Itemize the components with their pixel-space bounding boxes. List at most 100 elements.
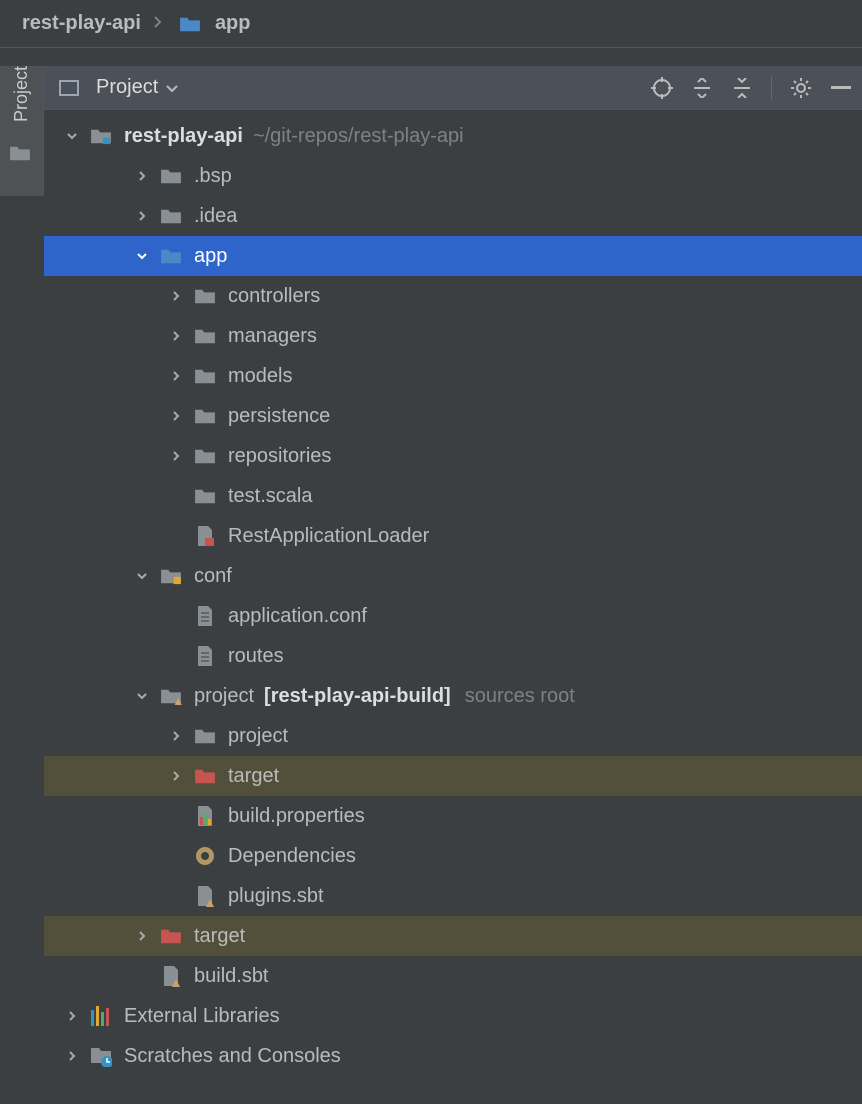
tree-item-label: External Libraries [124, 1005, 280, 1028]
tree-file-dependencies[interactable]: · Dependencies [44, 836, 862, 876]
tree-item-label: plugins.sbt [228, 885, 324, 908]
tree-item-label: application.conf [228, 605, 367, 628]
tree-item-label: RestApplicationLoader [228, 525, 429, 548]
panel-toolbar [651, 76, 852, 100]
breadcrumb-current[interactable]: app [175, 12, 251, 35]
chevron-down-icon[interactable] [132, 570, 152, 582]
sbt-file-icon [158, 965, 184, 987]
folder-icon[interactable] [7, 142, 33, 164]
tree-folder-repositories[interactable]: repositories [44, 436, 862, 476]
chevron-right-icon[interactable] [166, 330, 186, 342]
breadcrumb-root[interactable]: rest-play-api [22, 12, 141, 35]
tree-scratches[interactable]: Scratches and Consoles [44, 1036, 862, 1076]
tree-item-label: conf [194, 565, 232, 588]
project-panel: Project [44, 66, 862, 1104]
gear-icon[interactable] [790, 77, 812, 99]
folder-icon [192, 405, 218, 427]
breadcrumb: rest-play-api app [0, 0, 862, 48]
tree-root-path: ~/git-repos/rest-play-api [253, 125, 464, 148]
folder-icon [192, 325, 218, 347]
tree-item-label: target [228, 765, 279, 788]
tree-item-label: persistence [228, 405, 330, 428]
tree-folder-app[interactable]: app [44, 236, 862, 276]
tree-item-label: build.properties [228, 805, 365, 828]
resource-folder-icon [158, 565, 184, 587]
tree-item-hint: sources root [465, 685, 575, 708]
tree-folder-managers[interactable]: managers [44, 316, 862, 356]
tree-folder-project-inner[interactable]: project [44, 716, 862, 756]
libraries-icon [88, 1005, 114, 1027]
folder-icon [158, 205, 184, 227]
tree-item-label: target [194, 925, 245, 948]
locate-icon[interactable] [651, 77, 673, 99]
sbt-folder-icon [158, 685, 184, 707]
project-tree: rest-play-api ~/git-repos/rest-play-api … [44, 110, 862, 1076]
tree-item-label: managers [228, 325, 317, 348]
tree-folder-persistence[interactable]: persistence [44, 396, 862, 436]
chevron-right-icon[interactable] [166, 370, 186, 382]
tree-folder-project[interactable]: project [rest-play-api-build] sources ro… [44, 676, 862, 716]
excluded-folder-icon [158, 925, 184, 947]
tree-folder-models[interactable]: models [44, 356, 862, 396]
scratches-icon [88, 1045, 114, 1067]
tree-folder-bsp[interactable]: .bsp [44, 156, 862, 196]
tree-folder-conf[interactable]: conf [44, 556, 862, 596]
folder-icon [177, 13, 203, 35]
file-icon [192, 645, 218, 667]
tree-file-build-sbt[interactable]: · build.sbt [44, 956, 862, 996]
chevron-down-icon[interactable] [132, 250, 152, 262]
tree-file-application-conf[interactable]: · application.conf [44, 596, 862, 636]
tree-item-suffix: [rest-play-api-build] [264, 685, 451, 708]
folder-icon [192, 285, 218, 307]
chevron-right-icon[interactable] [132, 210, 152, 222]
tree-folder-idea[interactable]: .idea [44, 196, 862, 236]
tree-folder-target[interactable]: target [44, 916, 862, 956]
chevron-right-icon[interactable] [166, 290, 186, 302]
object-icon [192, 845, 218, 867]
tree-item-label: app [194, 245, 227, 268]
tree-item-label: routes [228, 645, 284, 668]
source-folder-icon [158, 245, 184, 267]
file-icon [192, 605, 218, 627]
tree-file-routes[interactable]: · routes [44, 636, 862, 676]
tree-file-plugins-sbt[interactable]: · plugins.sbt [44, 876, 862, 916]
expand-all-icon[interactable] [691, 77, 713, 99]
excluded-folder-icon [192, 765, 218, 787]
tree-item-label: models [228, 365, 292, 388]
view-selector[interactable]: Project [54, 76, 178, 99]
tree-item-label: test.scala [228, 485, 312, 508]
collapse-all-icon[interactable] [731, 77, 753, 99]
chevron-right-icon[interactable] [62, 1010, 82, 1022]
sbt-file-icon [192, 885, 218, 907]
tree-item-label: controllers [228, 285, 320, 308]
chevron-right-icon[interactable] [166, 770, 186, 782]
chevron-right-icon[interactable] [62, 1050, 82, 1062]
chevron-right-icon[interactable] [132, 170, 152, 182]
chevron-right-icon[interactable] [132, 930, 152, 942]
tree-folder-controllers[interactable]: controllers [44, 276, 862, 316]
tree-folder-project-target[interactable]: target [44, 756, 862, 796]
project-tool-tab[interactable]: Project [11, 66, 32, 134]
panel-header: Project [44, 66, 862, 110]
breadcrumb-root-label: rest-play-api [22, 12, 141, 35]
toolbar-divider [771, 76, 772, 100]
tree-item-label: Dependencies [228, 845, 356, 868]
chevron-right-icon[interactable] [166, 410, 186, 422]
tree-external-libraries[interactable]: External Libraries [44, 996, 862, 1036]
tree-root-label: rest-play-api [124, 125, 243, 148]
tree-item-label: project [228, 725, 288, 748]
tree-root[interactable]: rest-play-api ~/git-repos/rest-play-api [44, 116, 862, 156]
minimize-icon[interactable] [830, 77, 852, 99]
tree-file-test-scala[interactable]: · test.scala [44, 476, 862, 516]
tree-file-build-properties[interactable]: · build.properties [44, 796, 862, 836]
folder-icon [158, 165, 184, 187]
chevron-right-icon[interactable] [166, 730, 186, 742]
scala-file-icon [192, 525, 218, 547]
tree-item-label: build.sbt [194, 965, 269, 988]
tree-file-rest-loader[interactable]: · RestApplicationLoader [44, 516, 862, 556]
chevron-right-icon[interactable] [166, 450, 186, 462]
chevron-down-icon[interactable] [132, 690, 152, 702]
tree-item-label: Scratches and Consoles [124, 1045, 341, 1068]
chevron-down-icon[interactable] [62, 130, 82, 142]
tree-item-label: .idea [194, 205, 237, 228]
